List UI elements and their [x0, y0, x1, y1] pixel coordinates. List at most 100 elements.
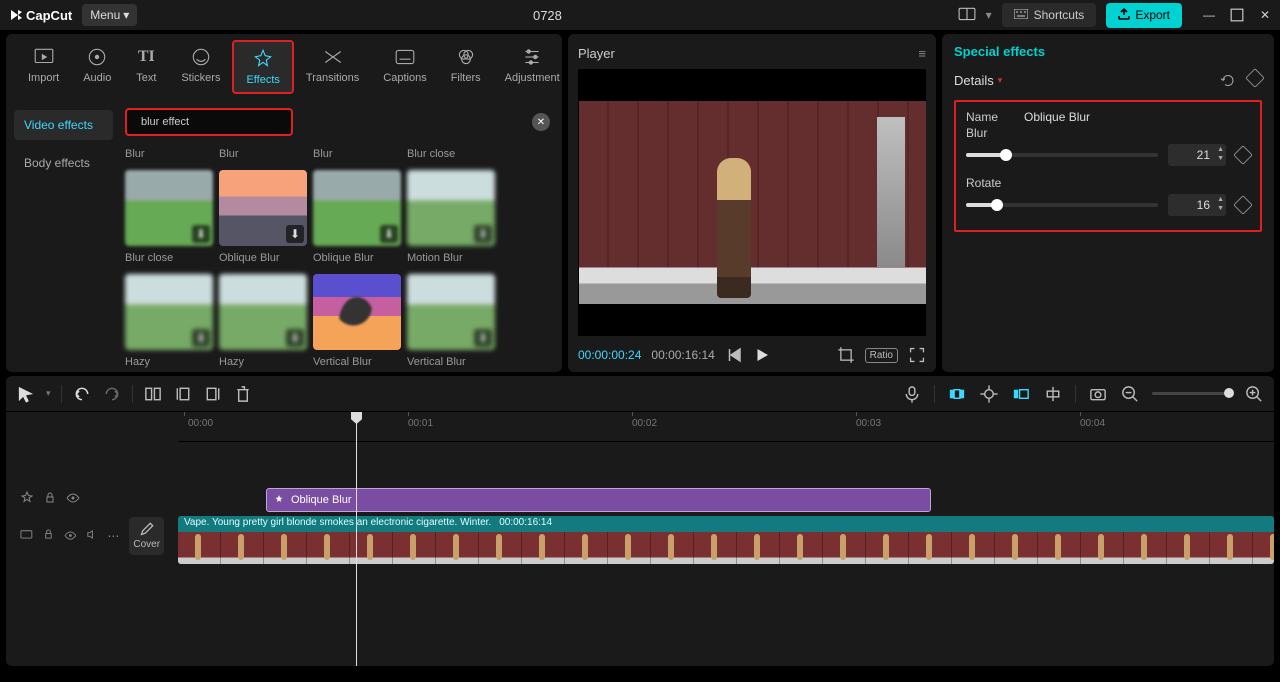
lock-icon[interactable] — [44, 492, 56, 507]
download-icon[interactable]: ⬇ — [380, 225, 398, 243]
reset-button[interactable] — [1220, 71, 1236, 90]
shortcuts-button[interactable]: Shortcuts — [1002, 3, 1097, 27]
effect-thumb[interactable]: ⬇ — [219, 170, 307, 246]
trim-right-button[interactable] — [203, 384, 223, 404]
link-toggle[interactable] — [979, 384, 999, 404]
minimize-button[interactable]: — — [1202, 8, 1216, 22]
zoom-in-button[interactable] — [1244, 384, 1264, 404]
stepper-icon[interactable]: ▲▼ — [1217, 195, 1224, 213]
blur-value-input[interactable]: 21▲▼ — [1168, 144, 1226, 166]
eye-icon[interactable] — [66, 492, 80, 506]
tab-adjustment[interactable]: Adjustment — [493, 40, 572, 94]
video-clip-duration: 00:00:16:14 — [499, 517, 552, 531]
tab-stickers[interactable]: Stickers — [169, 40, 232, 94]
tracks-area[interactable]: Oblique Blur Vape. Young pretty girl blo… — [178, 442, 1274, 642]
effect-label: Blur — [125, 146, 213, 162]
layout-chevron-icon[interactable]: ▾ — [986, 8, 992, 22]
blur-label: Blur — [966, 126, 1250, 140]
download-icon[interactable]: ⬇ — [192, 329, 210, 347]
effect-label: Motion Blur — [407, 250, 495, 266]
effect-thumb[interactable]: ⬇ — [219, 274, 307, 350]
layout-icon[interactable] — [958, 6, 976, 24]
timecode-current: 00:00:00:24 — [578, 348, 641, 362]
split-button[interactable] — [143, 384, 163, 404]
effects-area: ✕ Blur Blur Blur Blur close ⬇Blur close … — [121, 100, 562, 372]
effects-panel: Import Audio TIText Stickers Effects Tra… — [6, 34, 562, 372]
tab-effects[interactable]: Effects — [232, 40, 293, 94]
tab-text[interactable]: TIText — [123, 40, 169, 94]
effect-label: Oblique Blur — [219, 250, 307, 266]
undo-button[interactable] — [72, 384, 92, 404]
download-icon[interactable]: ⬇ — [474, 329, 492, 347]
category-video-effects[interactable]: Video effects — [14, 110, 113, 140]
delete-button[interactable] — [233, 384, 253, 404]
tab-filters[interactable]: Filters — [439, 40, 493, 94]
maximize-button[interactable] — [1230, 8, 1244, 22]
pointer-tool[interactable] — [16, 384, 36, 404]
clear-search-button[interactable]: ✕ — [532, 113, 550, 131]
tool-chevron-icon[interactable]: ▾ — [46, 388, 51, 399]
export-button[interactable]: Export — [1106, 3, 1182, 28]
mic-button[interactable] — [902, 384, 922, 404]
ratio-button[interactable]: Ratio — [865, 348, 898, 363]
eye-icon[interactable] — [64, 529, 77, 543]
timeline-zoom-slider[interactable] — [1152, 392, 1232, 395]
effect-category-list: Video effects Body effects — [6, 100, 121, 372]
blur-slider[interactable] — [966, 153, 1158, 157]
more-icon[interactable]: ⋯ — [107, 529, 119, 543]
lock-icon[interactable] — [43, 529, 54, 543]
download-icon[interactable]: ⬇ — [286, 225, 304, 243]
effect-thumb[interactable]: ⬇ — [407, 170, 495, 246]
close-button[interactable]: ✕ — [1258, 8, 1272, 22]
tab-captions[interactable]: Captions — [371, 40, 438, 94]
play-button[interactable] — [753, 346, 771, 364]
tab-import[interactable]: Import — [16, 40, 71, 94]
stepper-icon[interactable]: ▲▼ — [1217, 145, 1224, 163]
redo-button[interactable] — [102, 384, 122, 404]
rotate-keyframe-button[interactable] — [1233, 195, 1253, 215]
audio-icon — [86, 46, 108, 68]
blur-keyframe-button[interactable] — [1233, 145, 1253, 165]
effect-label: Blur — [219, 146, 307, 162]
prev-frame-button[interactable] — [725, 346, 743, 364]
tab-transitions[interactable]: Transitions — [294, 40, 371, 94]
effect-thumb[interactable]: ⬇ — [313, 170, 401, 246]
keyboard-icon — [1014, 8, 1028, 22]
playhead[interactable] — [356, 412, 357, 666]
capture-button[interactable] — [1088, 384, 1108, 404]
rotate-label: Rotate — [966, 176, 1250, 190]
cover-button[interactable]: Cover — [129, 517, 164, 555]
mute-icon[interactable] — [86, 529, 97, 543]
timeline-tracks[interactable]: 00:00 00:01 00:02 00:03 00:04 Oblique Bl… — [178, 412, 1274, 666]
effect-thumb[interactable] — [313, 274, 401, 350]
video-clip[interactable]: Vape. Young pretty girl blonde smokes an… — [178, 516, 1274, 564]
tab-audio[interactable]: Audio — [71, 40, 123, 94]
player-viewport[interactable] — [578, 69, 926, 336]
player-menu-icon[interactable]: ≡ — [918, 46, 926, 61]
align-button[interactable] — [1043, 384, 1063, 404]
effect-thumb[interactable]: ⬇ — [125, 170, 213, 246]
zoom-out-button[interactable] — [1120, 384, 1140, 404]
fullscreen-button[interactable] — [908, 346, 926, 364]
fx-clip[interactable]: Oblique Blur — [266, 488, 931, 512]
category-body-effects[interactable]: Body effects — [14, 148, 113, 178]
download-icon[interactable]: ⬇ — [192, 225, 210, 243]
rotate-value-input[interactable]: 16▲▼ — [1168, 194, 1226, 216]
trim-left-button[interactable] — [173, 384, 193, 404]
time-ruler[interactable]: 00:00 00:01 00:02 00:03 00:04 — [178, 412, 1274, 442]
media-tabs: Import Audio TIText Stickers Effects Tra… — [6, 34, 562, 100]
download-icon[interactable]: ⬇ — [474, 225, 492, 243]
keyframe-all-button[interactable] — [1245, 68, 1265, 88]
effects-search-input[interactable] — [125, 108, 293, 136]
text-icon: TI — [135, 46, 157, 68]
player-controls: 00:00:00:24 00:00:16:14 Ratio — [578, 336, 926, 364]
crop-button[interactable] — [837, 346, 855, 364]
app-logo: CapCut — [8, 7, 72, 23]
menu-button[interactable]: Menu ▾ — [82, 4, 137, 26]
effect-thumb[interactable]: ⬇ — [125, 274, 213, 350]
preview-toggle[interactable] — [1011, 384, 1031, 404]
magnet-toggle[interactable] — [947, 384, 967, 404]
effect-thumb[interactable]: ⬇ — [407, 274, 495, 350]
rotate-slider[interactable] — [966, 203, 1158, 207]
download-icon[interactable]: ⬇ — [286, 329, 304, 347]
